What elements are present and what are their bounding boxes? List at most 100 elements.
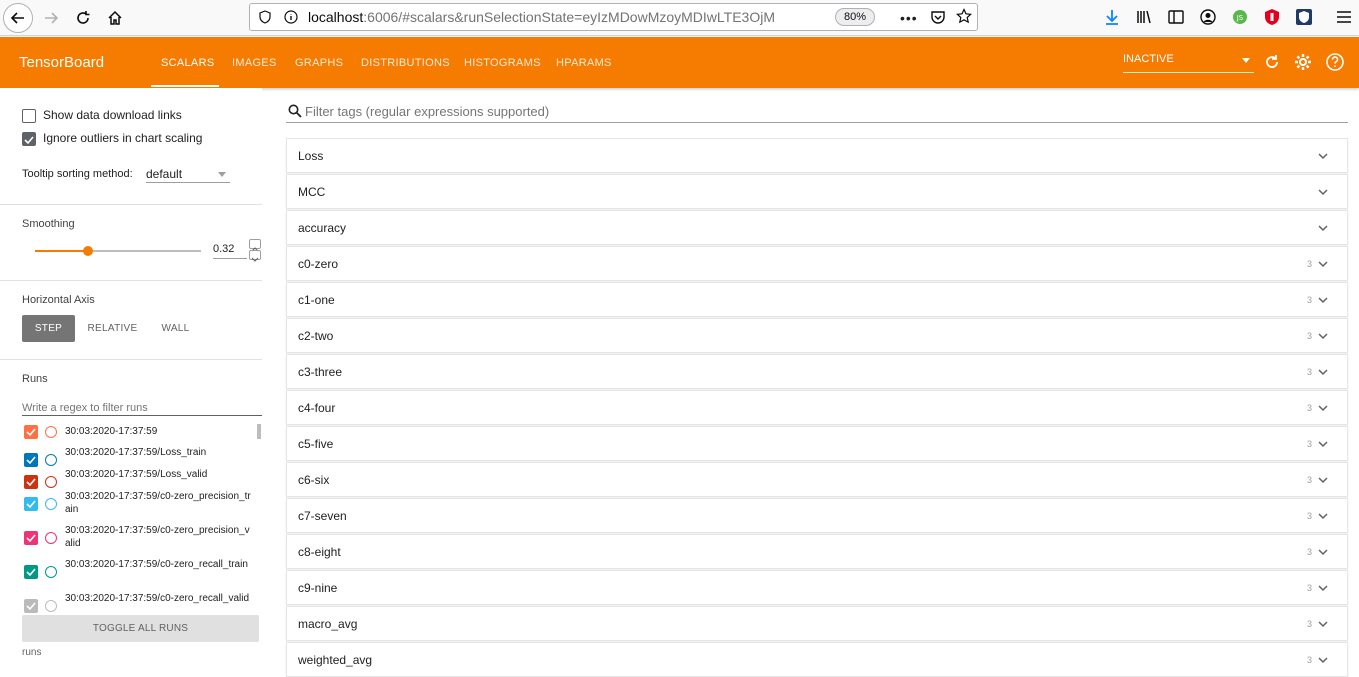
run-checkbox[interactable]: [24, 425, 38, 439]
smoothing-decrement[interactable]: [249, 250, 261, 262]
chevron-down-icon[interactable]: [1317, 150, 1329, 162]
category-pane[interactable]: weighted_avg 3: [286, 642, 1348, 677]
category-pane[interactable]: macro_avg 3: [286, 606, 1348, 641]
run-row[interactable]: 30:03:2020-17:37:59/c0-zero_precision_va…: [24, 523, 256, 555]
chevron-down-icon[interactable]: [1317, 366, 1329, 378]
tab-histograms[interactable]: HISTOGRAMS: [464, 57, 541, 69]
tooltip-sorting-select[interactable]: default: [146, 165, 230, 183]
account-icon[interactable]: [1197, 6, 1219, 28]
ublock-icon[interactable]: [1261, 6, 1283, 28]
runs-scrollbar[interactable]: [257, 424, 261, 439]
category-pane[interactable]: accuracy: [286, 210, 1348, 245]
chevron-down-icon[interactable]: [1317, 402, 1329, 414]
library-icon[interactable]: [1133, 6, 1155, 28]
check-icon: [26, 568, 36, 577]
smoothing-slider[interactable]: [35, 246, 201, 256]
chevron-down-icon[interactable]: [1317, 438, 1329, 450]
chevron-down-icon[interactable]: [1317, 258, 1329, 270]
info-icon[interactable]: [284, 10, 298, 24]
run-checkbox[interactable]: [24, 531, 38, 545]
tab-scalars[interactable]: SCALARS: [161, 57, 214, 69]
search-icon: [288, 104, 302, 118]
category-pane[interactable]: c5-five 3: [286, 426, 1348, 461]
chevron-down-icon[interactable]: [1317, 546, 1329, 558]
chevron-down-icon[interactable]: [1317, 186, 1329, 198]
back-button[interactable]: [3, 3, 33, 33]
chevron-down-icon[interactable]: [1317, 510, 1329, 522]
category-pane[interactable]: c3-three 3: [286, 354, 1348, 389]
smoothing-slider-thumb[interactable]: [83, 246, 94, 256]
category-count: 3: [1306, 439, 1312, 449]
run-checkbox[interactable]: [24, 453, 38, 467]
run-row[interactable]: 30:03:2020-17:37:59/c0-zero_recall_train: [24, 557, 256, 589]
category-pane[interactable]: c1-one 3: [286, 282, 1348, 317]
help-icon: [1326, 53, 1344, 71]
run-checkbox[interactable]: [24, 475, 38, 489]
menu-icon[interactable]: [1333, 6, 1355, 28]
url-bar[interactable]: localhost :6006/#scalars&runSelectionSta…: [249, 3, 978, 31]
category-pane[interactable]: c8-eight 3: [286, 534, 1348, 569]
plugin-select[interactable]: INACTIVE: [1123, 53, 1254, 73]
chevron-down-icon[interactable]: [1317, 330, 1329, 342]
axis-step-button[interactable]: STEP: [22, 315, 75, 342]
settings-button[interactable]: [1293, 52, 1313, 72]
check-icon: [24, 136, 34, 145]
shield-icon[interactable]: [258, 10, 272, 24]
runs-list: 30:03:2020-17:37:59 30:03:2020-17:37:59/L…: [0, 423, 262, 613]
chevron-down-icon[interactable]: [1317, 294, 1329, 306]
chevron-down-icon[interactable]: [1317, 654, 1329, 666]
run-row[interactable]: 30:03:2020-17:37:59/c0-zero_recall_valid: [24, 591, 256, 613]
chevron-down-icon[interactable]: [1317, 618, 1329, 630]
run-checkbox[interactable]: [24, 565, 38, 579]
smoothing-input[interactable]: 0.32: [213, 243, 247, 259]
ignore-outliers-checkbox[interactable]: [22, 132, 36, 146]
toggle-all-runs-button[interactable]: TOGGLE ALL RUNS: [22, 615, 259, 642]
chevron-down-icon[interactable]: [1317, 474, 1329, 486]
tag-filter-input[interactable]: Filter tags (regular expressions support…: [286, 101, 1348, 123]
bookmark-star-icon[interactable]: [955, 8, 973, 24]
axis-relative-button[interactable]: RELATIVE: [84, 315, 141, 342]
run-color-icon[interactable]: [45, 566, 57, 578]
category-pane[interactable]: MCC: [286, 174, 1348, 209]
run-color-icon[interactable]: [45, 476, 57, 488]
tab-images[interactable]: IMAGES: [232, 57, 277, 69]
help-button[interactable]: [1325, 52, 1345, 72]
run-checkbox[interactable]: [24, 497, 38, 511]
smoothing-increment[interactable]: [249, 239, 261, 252]
reload-button[interactable]: [68, 3, 98, 33]
chevron-down-icon[interactable]: [1317, 582, 1329, 594]
axis-wall-button[interactable]: WALL: [152, 315, 199, 342]
more-actions-icon[interactable]: •••: [900, 10, 918, 26]
run-color-icon[interactable]: [45, 454, 57, 466]
runs-filter-input[interactable]: Write a regex to filter runs: [22, 398, 262, 416]
category-name: c0-zero: [298, 257, 339, 271]
run-color-icon[interactable]: [45, 532, 57, 544]
tab-hparams[interactable]: HPARAMS: [556, 57, 612, 69]
show-download-links-checkbox[interactable]: [22, 109, 36, 123]
run-color-icon[interactable]: [45, 498, 57, 510]
tab-distributions[interactable]: DISTRIBUTIONS: [361, 57, 450, 69]
run-color-icon[interactable]: [45, 426, 57, 438]
download-icon[interactable]: [1101, 6, 1123, 28]
forward-button[interactable]: [36, 3, 66, 33]
category-pane[interactable]: c9-nine 3: [286, 570, 1348, 605]
category-pane[interactable]: c2-two 3: [286, 318, 1348, 353]
pocket-icon[interactable]: [930, 9, 946, 25]
extension-js-icon[interactable]: JS: [1229, 6, 1251, 28]
tab-graphs[interactable]: GRAPHS: [295, 57, 343, 69]
run-color-icon[interactable]: [45, 600, 57, 612]
category-name: MCC: [298, 185, 326, 199]
privacy-badger-icon[interactable]: [1293, 6, 1315, 28]
run-row[interactable]: 30:03:2020-17:37:59/c0-zero_precision_tr…: [24, 489, 256, 521]
zoom-badge[interactable]: 80%: [835, 8, 875, 26]
sidebar-icon[interactable]: [1165, 6, 1187, 28]
category-pane[interactable]: Loss: [286, 138, 1348, 173]
chevron-down-icon[interactable]: [1317, 222, 1329, 234]
category-pane[interactable]: c7-seven 3: [286, 498, 1348, 533]
home-button[interactable]: [100, 3, 130, 33]
category-pane[interactable]: c0-zero 3: [286, 246, 1348, 281]
run-checkbox[interactable]: [24, 599, 38, 613]
refresh-button[interactable]: [1262, 52, 1282, 72]
category-pane[interactable]: c6-six 3: [286, 462, 1348, 497]
category-pane[interactable]: c4-four 3: [286, 390, 1348, 425]
